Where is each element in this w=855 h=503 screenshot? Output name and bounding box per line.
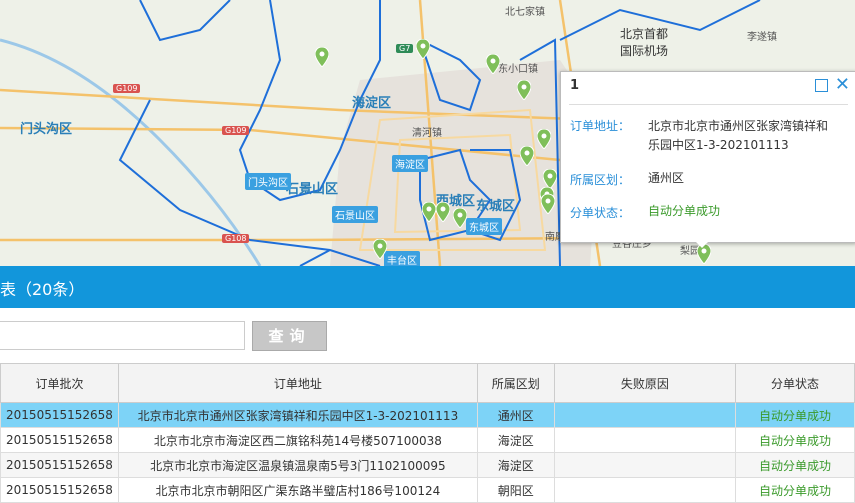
- table-header-row: 订单批次 订单地址 所属区划 失败原因 分单状态: [0, 363, 855, 403]
- cell-status: 自动分单成功: [735, 402, 855, 428]
- cell-address: 北京市北京市海淀区西二旗铭科苑14号楼507100038: [117, 427, 478, 453]
- cell-batch: 20150515152658: [0, 402, 119, 428]
- order-table: 订单批次 订单地址 所属区划 失败原因 分单状态 20150515152658 …: [0, 363, 855, 503]
- map-label: 国际机场: [620, 44, 669, 58]
- road-badge: G109: [222, 126, 250, 135]
- district-tag: 海淀区: [392, 155, 428, 172]
- popup-field-value: 自动分单成功: [648, 204, 721, 218]
- cell-district: 朝阳区: [476, 477, 555, 503]
- cell-batch: 20150515152658: [0, 477, 119, 503]
- popup-field-value: 北京市北京市通州区张家湾镇祥和乐园中区1-3-202101113: [648, 119, 829, 152]
- edit-icon[interactable]: [815, 79, 828, 92]
- column-header[interactable]: 订单地址: [117, 363, 478, 403]
- map-label: 北七家镇: [505, 7, 545, 18]
- map-label: 李遂镇: [747, 32, 777, 43]
- cell-address: 北京市北京市朝阳区广渠东路半璧店村186号100124: [117, 477, 478, 503]
- cell-address: 北京市北京市海淀区温泉镇温泉南5号3门1102100095: [117, 452, 478, 478]
- cell-status: 自动分单成功: [735, 452, 855, 478]
- popup-divider: [569, 104, 848, 105]
- map-pin-icon[interactable]: [416, 39, 430, 59]
- district-label: 东城区: [476, 199, 516, 214]
- cell-address: 北京市北京市通州区张家湾镇祥和乐园中区1-3-202101113: [117, 402, 478, 428]
- column-header[interactable]: 订单批次: [0, 363, 119, 403]
- table-row[interactable]: 20150515152658 北京市北京市朝阳区广渠东路半璧店村186号1001…: [0, 477, 855, 503]
- district-tag: 东城区: [466, 218, 502, 235]
- district-tag: 门头沟区: [245, 173, 291, 190]
- district-label: 海淀区: [352, 96, 392, 111]
- search-input[interactable]: [0, 321, 245, 350]
- popup-title: 1: [570, 78, 580, 93]
- map-pin-icon[interactable]: [436, 202, 450, 222]
- list-title: 表（20条）: [0, 280, 85, 299]
- district-label: 石景山区: [286, 182, 339, 197]
- popup-field-label: 分单状态：: [570, 206, 631, 220]
- cell-reason: [553, 427, 737, 453]
- column-header[interactable]: 失败原因: [553, 363, 737, 403]
- column-header[interactable]: 所属区划: [476, 363, 555, 403]
- cell-batch: 20150515152658: [0, 427, 119, 453]
- close-icon[interactable]: ✕: [835, 74, 850, 95]
- map-label: 门头沟区: [20, 122, 73, 137]
- district-tag: 丰台区: [384, 251, 420, 266]
- cell-reason: [553, 452, 737, 478]
- popup-field-label: 订单地址：: [570, 119, 631, 133]
- cell-batch: 20150515152658: [0, 452, 119, 478]
- map-pin-icon[interactable]: [517, 80, 531, 100]
- map-label: 北京首都: [620, 27, 669, 41]
- table-row[interactable]: 20150515152658 北京市北京市海淀区西二旗铭科苑14号楼507100…: [0, 427, 855, 453]
- road-badge: G7: [396, 44, 414, 53]
- popup-field-label: 所属区划：: [570, 173, 631, 187]
- map-label: 东小口镇: [498, 64, 538, 75]
- map-pin-icon[interactable]: [543, 169, 557, 189]
- column-header[interactable]: 分单状态: [735, 363, 855, 403]
- query-button[interactable]: 查询: [252, 321, 327, 351]
- cell-district: 海淀区: [476, 427, 555, 453]
- district-tag: 石景山区: [332, 206, 378, 223]
- cell-status: 自动分单成功: [735, 477, 855, 503]
- map-pin-icon[interactable]: [486, 54, 500, 74]
- table-row[interactable]: 20150515152658 北京市北京市海淀区温泉镇温泉南5号3门110210…: [0, 452, 855, 478]
- map-pin-icon[interactable]: [373, 239, 387, 259]
- cell-reason: [553, 402, 737, 428]
- info-popup: 1 ✕ 订单地址： 北京市北京市通州区张家湾镇祥和乐园中区1-3-2021011…: [560, 71, 855, 243]
- cell-reason: [553, 477, 737, 503]
- map-label: 清河镇: [412, 128, 442, 139]
- map-pin-icon[interactable]: [453, 208, 467, 228]
- map-pin-icon[interactable]: [541, 194, 555, 214]
- map-pin-icon[interactable]: [315, 47, 329, 67]
- map-pin-icon[interactable]: [537, 129, 551, 149]
- cell-district: 海淀区: [476, 452, 555, 478]
- cell-district: 通州区: [476, 402, 555, 428]
- popup-field-value: 通州区: [648, 171, 685, 185]
- cell-status: 自动分单成功: [735, 427, 855, 453]
- list-header-bar: 表（20条）: [0, 266, 855, 308]
- road-badge: G109: [113, 84, 141, 93]
- road-badge: G108: [222, 234, 250, 243]
- popup-pointer: [694, 240, 710, 248]
- map-pin-icon[interactable]: [520, 146, 534, 166]
- table-row[interactable]: 20150515152658 北京市北京市通州区张家湾镇祥和乐园中区1-3-20…: [0, 402, 855, 428]
- map-pin-icon[interactable]: [422, 202, 436, 222]
